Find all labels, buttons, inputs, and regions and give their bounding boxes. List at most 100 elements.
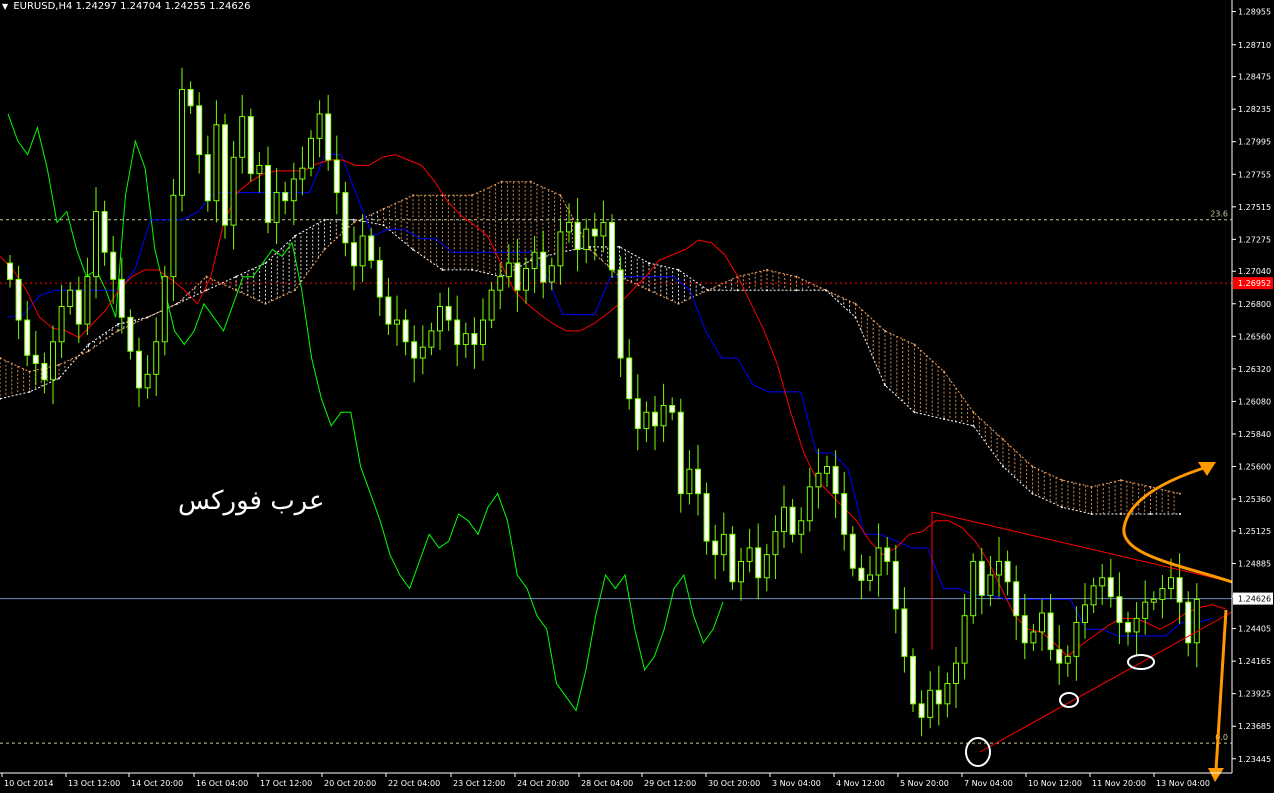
candle-body [841,493,848,535]
candle-body [875,547,882,576]
candle-body [884,547,891,562]
candle-body [806,486,813,522]
candle-body [402,319,409,343]
x-tick-label: 4 Nov 12:00 [836,779,885,788]
candle-body [617,269,624,359]
candle-body [1142,601,1149,619]
candle-body [1099,577,1106,587]
candle-body [1030,631,1037,644]
candle-body [333,159,340,194]
candle-body [282,192,289,202]
candle-body [815,472,822,488]
candle-body [127,316,134,352]
candle-body [342,192,349,244]
candle-body [953,662,959,684]
candle-body [1047,612,1054,651]
candle-body [368,235,375,261]
candle-body [566,221,572,233]
x-tick-label: 22 Oct 04:00 [388,779,440,788]
senkou-a-point [1179,492,1181,495]
candle-body [136,350,142,389]
chart-background [0,0,1274,793]
y-tick-label: 1.26800 [1238,300,1271,309]
candle-body [265,164,271,223]
candle-body [798,520,805,535]
candle-body [1133,617,1140,633]
candle-body [84,276,91,325]
candle-body [204,154,211,202]
x-tick-label: 20 Oct 20:00 [324,779,376,788]
candle-body [273,192,280,223]
x-tick-label: 5 Nov 20:00 [900,779,949,788]
candle-body [746,547,753,562]
dropdown-triangle-icon[interactable]: ▼ [2,2,8,11]
candle-body [660,404,667,427]
candle-body [832,466,839,495]
current-price-tag-label: 1.24626 [1238,595,1271,604]
candle-body [961,615,968,664]
candle-body [1176,577,1183,603]
ohlc-values: 1.24297 1.24704 1.24255 1.24626 [75,1,251,12]
candle-body [712,540,719,556]
candle-body [213,124,220,202]
x-tick-label: 13 Nov 04:00 [1156,779,1210,788]
candle-body [153,341,160,375]
candle-body [540,251,547,283]
y-tick-label: 1.27515 [1238,203,1271,212]
candle-body [634,398,641,430]
candle-body [308,137,314,169]
x-tick-label: 10 Oct 2014 [4,779,53,788]
candle-body [1021,615,1028,644]
candle-body [1150,598,1157,603]
candle-body [1107,577,1114,598]
candle-body [445,305,452,321]
y-tick-label: 1.27040 [1238,267,1271,276]
candle-body [1159,588,1166,600]
x-tick-label: 3 Nov 04:00 [772,779,821,788]
candle-body [101,211,108,253]
y-tick-label: 1.25360 [1238,495,1271,504]
x-tick-label: 23 Oct 12:00 [453,779,505,788]
candle-body [247,116,254,175]
candle-body [669,404,676,413]
candle-body [720,533,727,556]
candle-body [411,341,418,359]
candle-body [583,228,590,251]
candle-body [686,468,693,495]
candle-body [471,333,478,345]
candle-body [239,116,246,158]
y-tick-label: 1.23445 [1238,755,1271,764]
candle-body [781,506,787,533]
y-tick-label: 1.28955 [1238,8,1271,17]
watermark-text: عرب فوركس [178,486,325,516]
candle-body [755,547,762,579]
candle-body [591,228,598,237]
candle-body [187,89,194,107]
candle-body [497,276,504,291]
x-tick-label: 24 Oct 20:00 [517,779,569,788]
candle-body [454,319,461,345]
x-tick-label: 11 Nov 20:00 [1092,779,1146,788]
candle-body [643,411,650,430]
x-tick-label: 17 Oct 12:00 [260,779,312,788]
candle-body [230,156,237,226]
candle-body [1193,598,1200,644]
x-tick-label: 7 Nov 04:00 [964,779,1013,788]
candle-body [24,319,31,356]
symbol-label: EURUSD,H4 [13,1,73,12]
candle-body [93,211,99,278]
candle-body [144,373,151,389]
y-tick-label: 1.25840 [1238,430,1271,439]
y-tick-label: 1.27275 [1238,235,1271,244]
x-tick-label: 30 Oct 20:00 [708,779,760,788]
candle-body [179,89,185,196]
candle-body [1056,649,1063,664]
candle-body [824,466,830,474]
candle-body [110,251,117,280]
price-chart[interactable]: 23.60.0 1.289551.287101.284751.282351.27… [0,0,1274,793]
candle-body [996,560,1002,576]
candle-body [867,574,873,581]
candle-body [75,289,82,325]
candle-body [763,554,770,579]
y-tick-label: 1.26080 [1238,397,1271,406]
